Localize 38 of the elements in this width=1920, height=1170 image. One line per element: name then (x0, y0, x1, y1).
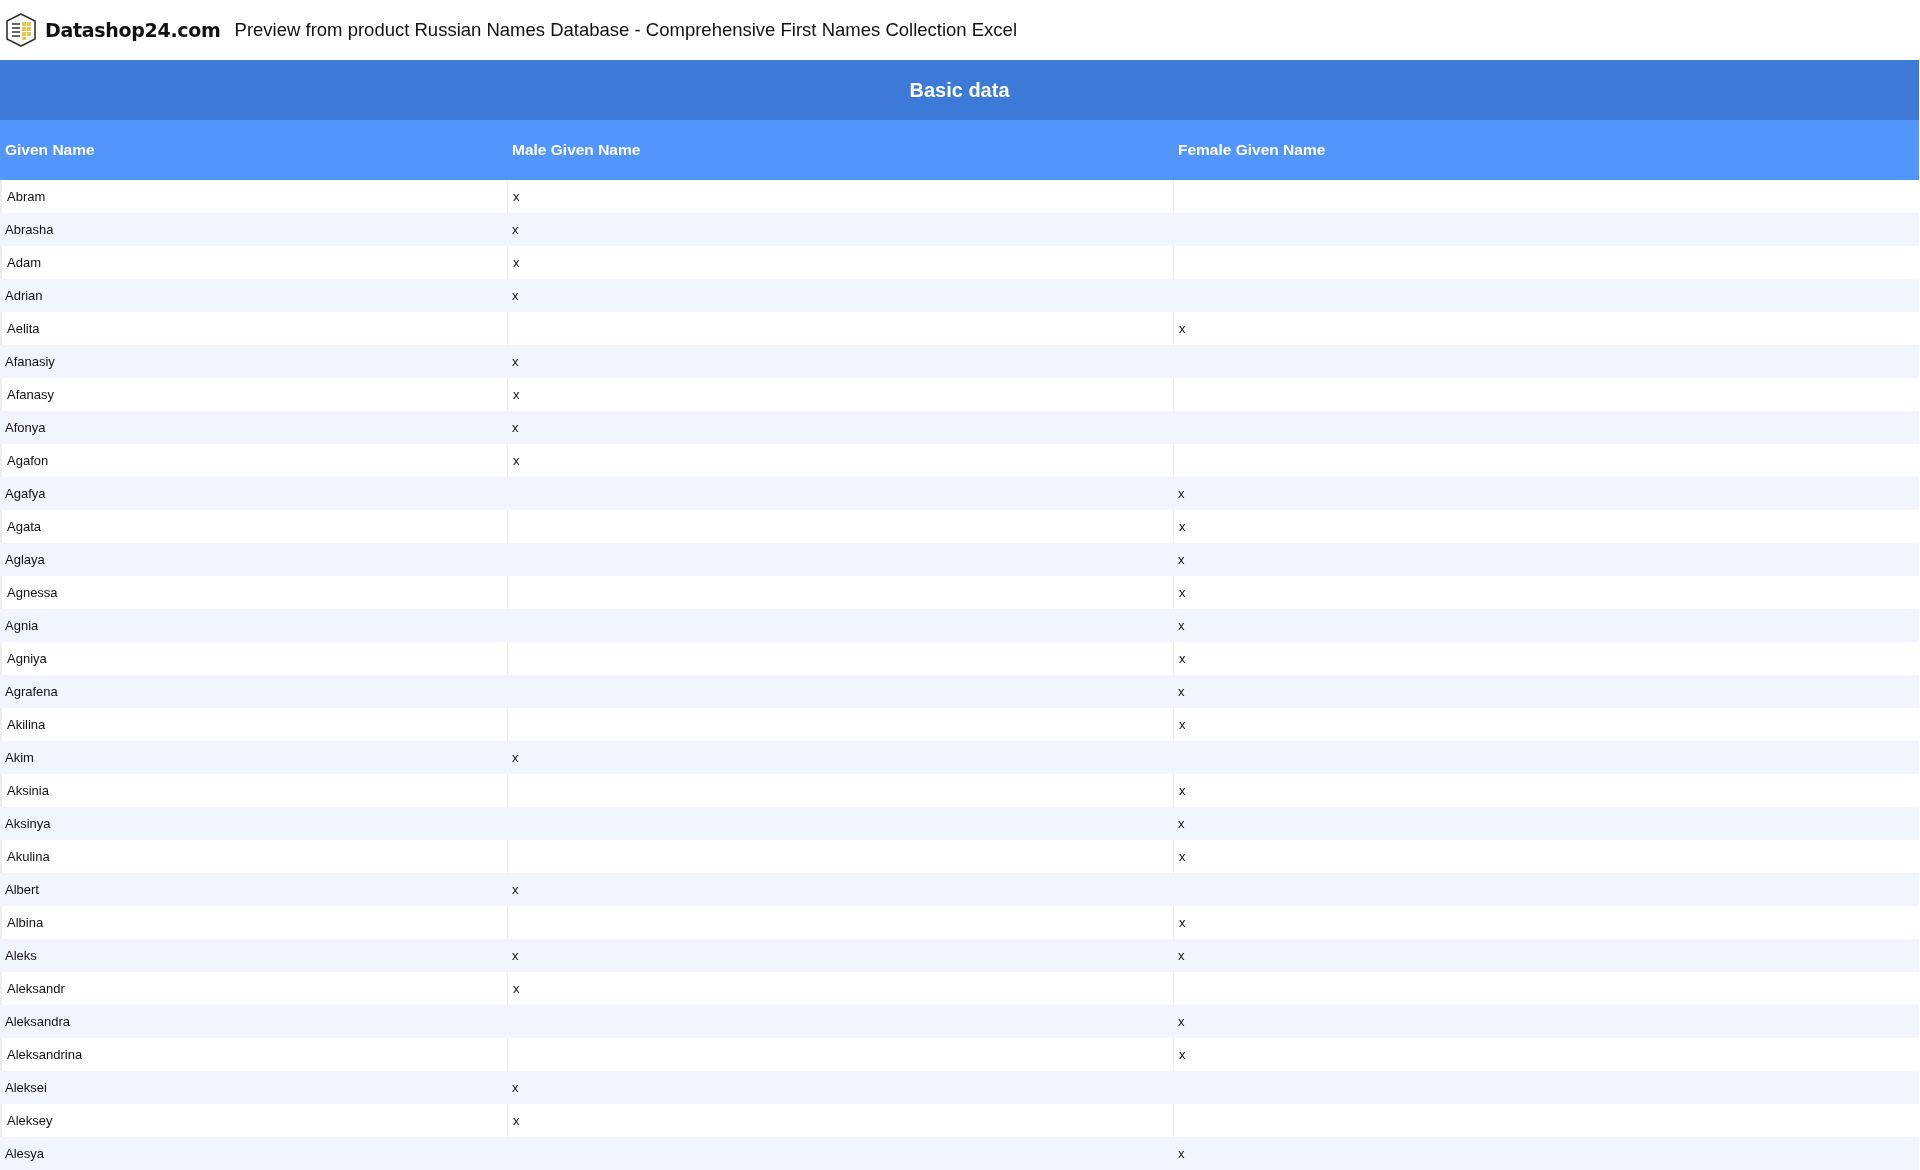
table-cell: Aksinya (0, 807, 507, 840)
logo-icon (5, 13, 37, 47)
table-cell: x (507, 741, 1173, 774)
table-cell: x (507, 345, 1173, 378)
table-cell: x (507, 873, 1173, 906)
page-title: Preview from product Russian Names Database - Comprehensive First Names Collection Excel (234, 19, 1017, 41)
table-cell: x (507, 1071, 1173, 1104)
brand-name[interactable]: Datashop24.com (45, 19, 221, 41)
table-cell: Agafya (0, 477, 507, 510)
column-header: Given Name (0, 120, 507, 180)
table-cell: x (1173, 807, 1919, 840)
column-header: Female Given Name (1173, 120, 1919, 180)
table-caption: Basic data (0, 60, 1919, 120)
table-cell: Aleks (0, 939, 507, 972)
table-cell: x (1173, 543, 1919, 576)
table-cell: x (1173, 939, 1919, 972)
table-cell: Aglaya (0, 543, 507, 576)
table-cell: Akim (0, 741, 507, 774)
table-cell: Agnia (0, 609, 507, 642)
table-cell: x (507, 213, 1173, 246)
table-cell: Aleksei (0, 1071, 507, 1104)
table-cell: x (507, 279, 1173, 312)
table-cell: x (1173, 609, 1919, 642)
column-header: Male Given Name (507, 120, 1173, 180)
table-cell: Albert (0, 873, 507, 906)
table-cell: Abrasha (0, 213, 507, 246)
table-cell: x (507, 939, 1173, 972)
table-cell: Aleksandra (0, 1005, 507, 1038)
table-cell: x (1173, 675, 1919, 708)
table-cell: Alesya (0, 1137, 507, 1170)
table-cell: Adrian (0, 279, 507, 312)
table-cell: Afonya (0, 411, 507, 444)
table-cell: x (507, 411, 1173, 444)
table-cell: x (1173, 1005, 1919, 1038)
table-cell: x (1173, 477, 1919, 510)
table-cell: Afanasiy (0, 345, 507, 378)
table-cell: x (1173, 1137, 1919, 1170)
table-cell: Agrafena (0, 675, 507, 708)
